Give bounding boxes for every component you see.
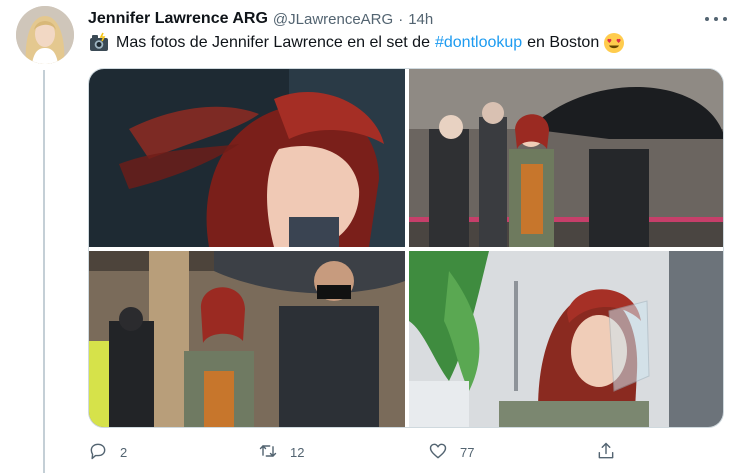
media-grid (88, 68, 724, 428)
retweet-icon (258, 441, 278, 464)
share-button[interactable] (596, 441, 616, 464)
photo-4[interactable] (409, 251, 723, 427)
user-handle[interactable]: @JLawrenceARG (273, 11, 393, 28)
reply-icon (88, 441, 108, 464)
tweet-header: Jennifer Lawrence ARG @JLawrenceARG · 14… (88, 8, 727, 30)
reply-count: 2 (120, 444, 128, 460)
hashtag-link[interactable]: #dontlookup (435, 32, 522, 54)
separator-dot: · (398, 10, 404, 28)
reply-button[interactable]: 2 (88, 441, 127, 464)
photo-3[interactable] (89, 251, 405, 427)
display-name[interactable]: Jennifer Lawrence ARG (88, 10, 268, 28)
like-button[interactable]: 77 (428, 441, 474, 464)
share-icon (596, 441, 616, 464)
heart-eyes-emoji-icon (603, 32, 625, 54)
more-options-icon[interactable] (705, 10, 727, 28)
thread-line (43, 70, 45, 473)
tweet-actions: 2 12 77 (88, 438, 648, 466)
like-count: 77 (460, 444, 475, 460)
retweet-button[interactable]: 12 (258, 441, 304, 464)
tweet-text-before: Mas fotos de Jennifer Lawrence en el set… (116, 34, 430, 51)
avatar[interactable] (16, 6, 74, 64)
timestamp[interactable]: 14h (408, 11, 433, 28)
tweet-text-after: en Boston (527, 34, 600, 51)
heart-icon (428, 441, 448, 464)
camera-flash-emoji-icon (88, 32, 110, 54)
tweet-text: Mas fotos de Jennifer Lawrence en el set… (88, 32, 723, 54)
photo-2[interactable] (409, 69, 723, 247)
photo-1[interactable] (89, 69, 405, 247)
retweet-count: 12 (290, 444, 305, 460)
